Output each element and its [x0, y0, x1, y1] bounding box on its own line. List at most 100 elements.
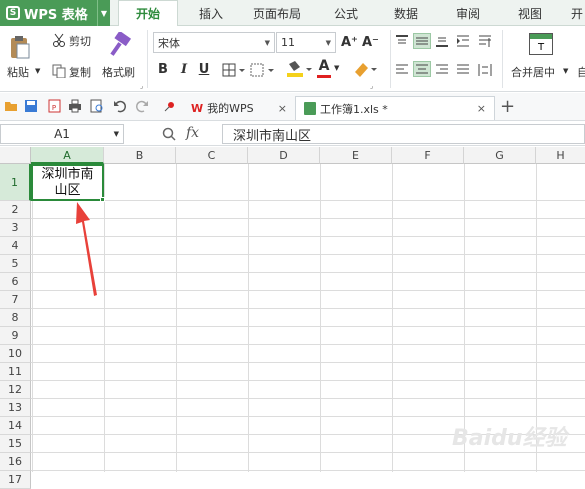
row-header-1[interactable]: 1 [0, 164, 31, 201]
column-header-C[interactable]: C [176, 147, 248, 164]
undo-icon[interactable] [113, 99, 127, 113]
column-header-A[interactable]: A [31, 147, 104, 164]
row-header-2[interactable]: 2 [0, 201, 31, 219]
column-header-B[interactable]: B [104, 147, 176, 164]
row-header-17[interactable]: 17 [0, 471, 31, 489]
customize-toolbar-icon[interactable] [163, 99, 177, 113]
underline-button[interactable]: U [196, 61, 212, 79]
tab-my-wps[interactable]: W 我的WPS × [185, 96, 293, 120]
copy-button[interactable]: 复制 [69, 64, 91, 80]
ribbon-more-button[interactable]: 自 [577, 64, 585, 80]
menu-more[interactable]: 开 [571, 0, 583, 26]
save-icon[interactable] [24, 99, 38, 113]
merge-center-icon[interactable]: T [529, 33, 553, 55]
fx-button[interactable]: fx [186, 125, 199, 141]
column-header-H[interactable]: H [536, 147, 585, 164]
bold-button[interactable]: B [155, 61, 171, 79]
column-header-E[interactable]: E [320, 147, 392, 164]
cell-a1[interactable]: 深圳市南 山区 [31, 164, 104, 201]
chevron-down-icon: ▼ [264, 39, 270, 47]
print-icon[interactable] [68, 99, 82, 113]
row-header-11[interactable]: 11 [0, 363, 31, 381]
font-size-select[interactable]: 11 ▼ [276, 32, 336, 53]
align-top-icon[interactable] [395, 35, 409, 50]
clear-format-icon[interactable] [352, 60, 380, 81]
row-header-12[interactable]: 12 [0, 381, 31, 399]
open-folder-icon[interactable] [4, 99, 18, 113]
dialog-launcher-icon[interactable]: ⌟ [370, 82, 373, 90]
menu-insert[interactable]: 插入 [199, 0, 223, 26]
row-header-7[interactable]: 7 [0, 291, 31, 309]
dialog-launcher-icon[interactable]: ⌟ [140, 82, 143, 90]
redo-icon[interactable] [135, 99, 149, 113]
justify-icon[interactable] [456, 64, 470, 79]
align-left-icon[interactable] [395, 64, 409, 79]
borders-icon[interactable] [222, 63, 246, 80]
font-name-select[interactable]: 宋体 ▼ [153, 32, 275, 53]
tab-label: 工作簿1.xls * [320, 102, 388, 116]
fill-pattern-icon[interactable] [250, 63, 276, 80]
row-header-9[interactable]: 9 [0, 327, 31, 345]
column-header-D[interactable]: D [248, 147, 320, 164]
row-header-5[interactable]: 5 [0, 255, 31, 273]
formula-input[interactable]: 深圳市南山区 [222, 124, 585, 144]
close-icon[interactable]: × [278, 102, 287, 115]
name-box[interactable]: A1 ▼ [0, 124, 124, 144]
column-header-F[interactable]: F [392, 147, 464, 164]
chevron-down-icon[interactable]: ▼ [114, 130, 119, 138]
tab-workbook[interactable]: 工作簿1.xls * × [295, 96, 495, 120]
italic-button[interactable]: I [176, 61, 192, 79]
row-header-16[interactable]: 16 [0, 453, 31, 471]
app-menu-button[interactable]: S WPS 表格 ▼ [0, 0, 110, 26]
align-middle-icon[interactable] [413, 33, 431, 49]
row-header-3[interactable]: 3 [0, 219, 31, 237]
merge-center-button[interactable]: 合并居中 [511, 64, 555, 80]
new-tab-button[interactable]: + [500, 96, 515, 117]
cell-a1-line2: 山区 [54, 183, 81, 198]
row-header-10[interactable]: 10 [0, 345, 31, 363]
row-header-4[interactable]: 4 [0, 237, 31, 255]
row-gridline [31, 308, 585, 309]
row-gridline [31, 326, 585, 327]
paste-button[interactable]: 粘贴 [7, 64, 29, 80]
paste-icon[interactable] [9, 34, 31, 60]
close-icon[interactable]: × [477, 102, 486, 115]
menu-page-layout[interactable]: 页面布局 [253, 0, 301, 26]
distribute-icon[interactable] [478, 64, 492, 79]
column-header-G[interactable]: G [464, 147, 536, 164]
copy-icon[interactable] [52, 64, 66, 81]
align-right-icon[interactable] [435, 64, 449, 79]
align-bottom-icon[interactable] [435, 35, 449, 50]
print-preview-icon[interactable] [90, 99, 104, 113]
fill-color-icon[interactable] [285, 60, 313, 81]
align-center-icon[interactable] [413, 61, 431, 77]
pdf-icon[interactable]: P [48, 99, 62, 113]
paste-dropdown-icon[interactable]: ▼ [35, 67, 40, 75]
shrink-font-button[interactable]: A⁻ [362, 34, 379, 52]
menu-view[interactable]: 视图 [518, 0, 542, 26]
row-header-14[interactable]: 14 [0, 417, 31, 435]
tab-label: 我的WPS [207, 102, 254, 115]
scissors-icon[interactable] [52, 33, 66, 50]
chevron-down-icon[interactable]: ▼ [97, 0, 110, 26]
font-color-button[interactable]: A [317, 58, 331, 74]
cut-button[interactable]: 剪切 [69, 33, 91, 49]
chevron-down-icon[interactable]: ▼ [334, 64, 339, 72]
wrap-text-icon[interactable] [478, 35, 492, 50]
wps-logo-icon: S [6, 6, 20, 20]
row-header-6[interactable]: 6 [0, 273, 31, 291]
row-header-8[interactable]: 8 [0, 309, 31, 327]
menu-data[interactable]: 数据 [394, 0, 418, 26]
format-painter-button[interactable]: 格式刷 [102, 64, 135, 80]
menu-formulas[interactable]: 公式 [334, 0, 358, 26]
format-painter-icon[interactable] [108, 30, 132, 61]
select-all-corner[interactable] [0, 147, 31, 164]
zoom-search-icon[interactable] [162, 127, 176, 144]
row-header-13[interactable]: 13 [0, 399, 31, 417]
indent-icon[interactable] [456, 35, 470, 50]
row-header-15[interactable]: 15 [0, 435, 31, 453]
menu-home[interactable]: 开始 [118, 0, 178, 26]
menu-review[interactable]: 审阅 [456, 0, 480, 26]
chevron-down-icon[interactable]: ▼ [563, 67, 568, 75]
grow-font-button[interactable]: A⁺ [341, 34, 358, 52]
